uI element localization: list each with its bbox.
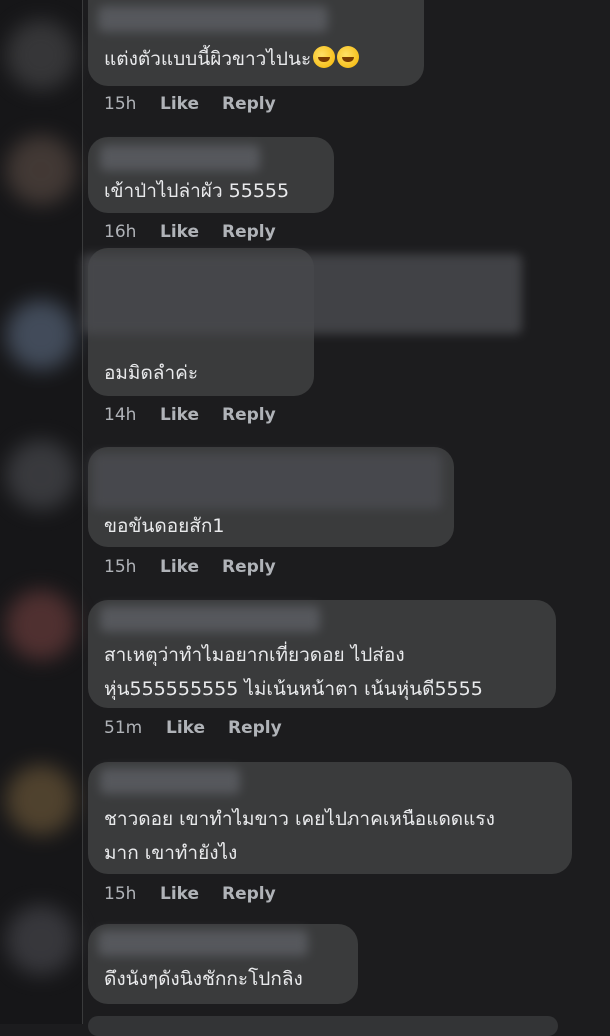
comment-time[interactable]: 51m — [104, 718, 166, 738]
comment-bubble[interactable]: สาเหตุว่าทำไมอยากเที่ยวดอย ไปส่อง หุ่น55… — [88, 600, 556, 708]
author-name-blurred[interactable] — [100, 145, 260, 171]
comment-bubble[interactable]: อมมิดลำค่ะ — [82, 248, 522, 396]
comment-bubble[interactable]: แต่งตัวแบบนี้ผิวขาวไปนะ — [88, 0, 424, 86]
comment-time[interactable]: 14h — [104, 405, 160, 425]
comment-time[interactable]: 16h — [104, 222, 160, 242]
like-button[interactable]: Like — [160, 222, 222, 242]
reply-button[interactable]: Reply — [222, 94, 276, 114]
avatar[interactable] — [6, 905, 76, 975]
author-name-blurred[interactable] — [82, 254, 522, 334]
comment-actions: 15h Like Reply — [104, 884, 276, 904]
comment-text: อมมิดลำค่ะ — [104, 362, 199, 384]
avatar[interactable] — [6, 20, 76, 90]
comment-text-line: สาเหตุว่าทำไมอยากเที่ยวดอย ไปส่อง — [104, 644, 405, 666]
comment-time[interactable]: 15h — [104, 557, 160, 577]
comment-text: ขอขันดอยสัก1 — [104, 515, 225, 537]
reply-button[interactable]: Reply — [222, 557, 276, 577]
author-name-blurred[interactable] — [92, 453, 442, 509]
laughing-emoji-icon — [313, 46, 336, 68]
comment-bubble[interactable]: เข้าป่าไปล่าผัว 55555 — [88, 137, 334, 213]
comment-text-line: ชาวดอย เขาทำไมขาว เคยไปภาคเหนือแดดแรง — [104, 808, 495, 830]
comment-text: เข้าป่าไปล่าผัว 55555 — [104, 180, 290, 202]
like-button[interactable]: Like — [160, 94, 222, 114]
avatar[interactable] — [6, 440, 76, 510]
avatar[interactable] — [6, 590, 76, 660]
comment-text-line: มาก เขาทำยังไง — [104, 842, 238, 864]
avatar[interactable] — [6, 765, 76, 835]
avatar[interactable] — [6, 135, 76, 205]
comment-bubble-partial[interactable] — [88, 1016, 558, 1036]
reply-button[interactable]: Reply — [222, 405, 276, 425]
comment-text: ดึงนังๆดังนิงชักกะโปกลิง — [104, 968, 303, 990]
comment-actions: 16h Like Reply — [104, 222, 276, 242]
comment-actions: 15h Like Reply — [104, 557, 276, 577]
author-name-blurred[interactable] — [100, 606, 320, 632]
avatar[interactable] — [6, 300, 76, 370]
comment-bubble[interactable]: ชาวดอย เขาทำไมขาว เคยไปภาคเหนือแดดแรง มา… — [88, 762, 572, 874]
like-button[interactable]: Like — [160, 884, 222, 904]
comment-bubble[interactable]: ขอขันดอยสัก1 — [88, 447, 454, 547]
comment-text: แต่งตัวแบบนี้ผิวขาวไปนะ — [104, 42, 360, 76]
laughing-emoji-icon — [337, 46, 360, 68]
author-name-blurred[interactable] — [100, 768, 240, 794]
thread-divider — [82, 0, 83, 1024]
comment-time[interactable]: 15h — [104, 884, 160, 904]
comment-text-body: แต่งตัวแบบนี้ผิวขาวไปนะ — [104, 48, 312, 70]
reply-button[interactable]: Reply — [222, 884, 276, 904]
like-button[interactable]: Like — [160, 405, 222, 425]
author-name-blurred[interactable] — [98, 6, 328, 32]
comment-actions: 15h Like Reply — [104, 94, 276, 114]
like-button[interactable]: Like — [166, 718, 228, 738]
comment-bubble[interactable]: ดึงนังๆดังนิงชักกะโปกลิง — [88, 924, 358, 1004]
avatar-column — [0, 0, 82, 1024]
author-name-blurred[interactable] — [98, 930, 308, 956]
like-button[interactable]: Like — [160, 557, 222, 577]
reply-button[interactable]: Reply — [222, 222, 276, 242]
comment-actions: 14h Like Reply — [104, 405, 276, 425]
comment-text-line: หุ่น555555555 ไม่เน้นหน้าตา เน้นหุ่นดี55… — [104, 678, 483, 700]
comment-time[interactable]: 15h — [104, 94, 160, 114]
reply-button[interactable]: Reply — [228, 718, 282, 738]
comment-actions: 51m Like Reply — [104, 718, 282, 738]
